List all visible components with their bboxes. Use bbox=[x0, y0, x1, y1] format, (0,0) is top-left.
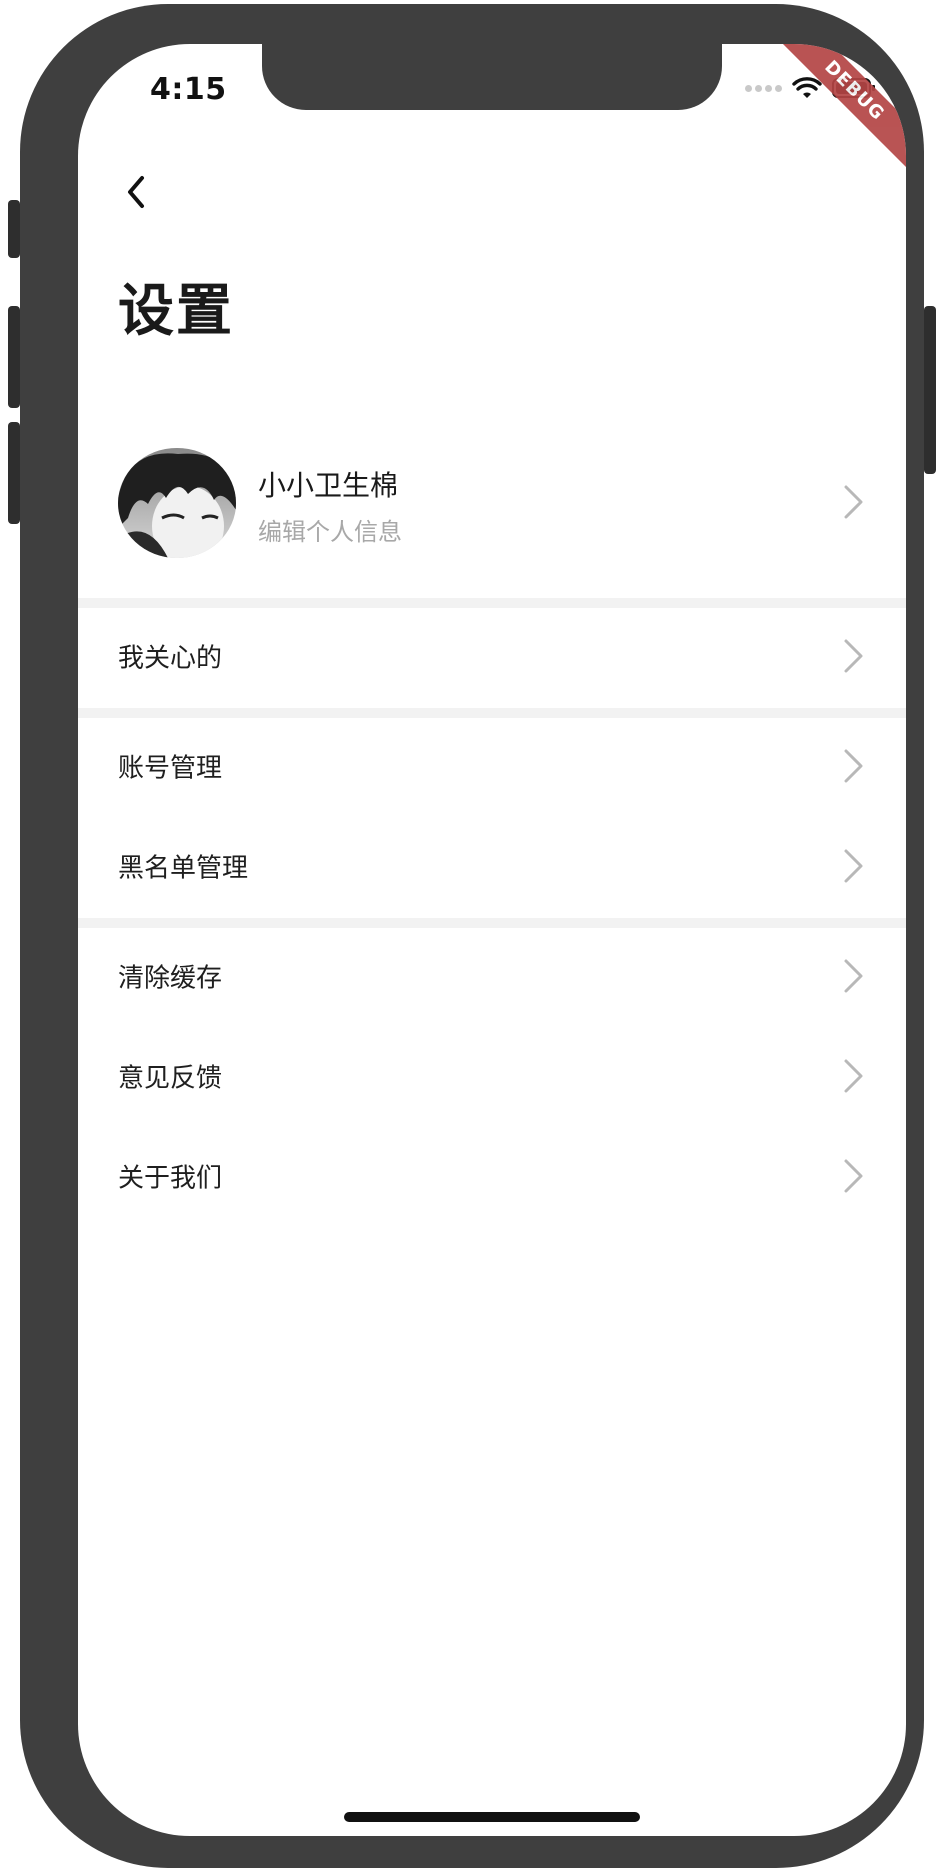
settings-item-about[interactable]: 关于我们 bbox=[78, 1130, 906, 1222]
settings-item-feedback[interactable]: 意见反馈 bbox=[78, 1030, 906, 1122]
status-time: 4:15 bbox=[150, 72, 227, 107]
section-divider bbox=[78, 918, 906, 928]
profile-row[interactable]: 小小卫生棉 编辑个人信息 bbox=[78, 444, 906, 598]
chevron-right-icon bbox=[844, 639, 863, 673]
settings-item-label: 账号管理 bbox=[118, 753, 223, 784]
settings-item-label: 关于我们 bbox=[118, 1163, 223, 1194]
power-button bbox=[924, 306, 936, 474]
chevron-left-icon bbox=[128, 176, 144, 208]
avatar bbox=[118, 448, 236, 558]
phone-frame: 4:15 DEBUG 设置 小小卫生棉 编辑个人信息 我关心的 账号管理 黑名单… bbox=[8, 4, 936, 1868]
settings-item-blacklist[interactable]: 黑名单管理 bbox=[78, 820, 906, 912]
settings-item-label: 意见反馈 bbox=[118, 1063, 223, 1094]
chevron-right-icon bbox=[844, 1159, 863, 1193]
chevron-right-icon bbox=[844, 749, 863, 783]
section-divider bbox=[78, 598, 906, 608]
settings-item-label: 清除缓存 bbox=[118, 963, 223, 994]
profile-subtitle: 编辑个人信息 bbox=[258, 518, 402, 546]
chevron-right-icon bbox=[844, 485, 863, 519]
volume-down-button bbox=[8, 422, 20, 524]
chevron-right-icon bbox=[844, 1059, 863, 1093]
chevron-right-icon bbox=[844, 849, 863, 883]
section-divider bbox=[78, 708, 906, 718]
wifi-icon bbox=[792, 77, 822, 98]
chevron-right-icon bbox=[844, 959, 863, 993]
settings-item-clear-cache[interactable]: 清除缓存 bbox=[78, 930, 906, 1022]
settings-item-account[interactable]: 账号管理 bbox=[78, 720, 906, 812]
back-button[interactable] bbox=[112, 168, 160, 216]
profile-name: 小小卫生棉 bbox=[258, 469, 399, 502]
debug-banner: DEBUG bbox=[764, 44, 906, 181]
home-indicator[interactable] bbox=[344, 1812, 640, 1822]
settings-item-label: 黑名单管理 bbox=[118, 853, 249, 884]
settings-item-following[interactable]: 我关心的 bbox=[78, 610, 906, 702]
signal-icon bbox=[745, 84, 782, 92]
screen: 4:15 DEBUG 设置 小小卫生棉 编辑个人信息 我关心的 账号管理 黑名单… bbox=[78, 44, 906, 1836]
volume-up-button bbox=[8, 306, 20, 408]
page-title: 设置 bbox=[118, 279, 234, 344]
notch bbox=[262, 44, 722, 110]
settings-item-label: 我关心的 bbox=[118, 643, 223, 674]
mute-switch bbox=[8, 200, 20, 258]
